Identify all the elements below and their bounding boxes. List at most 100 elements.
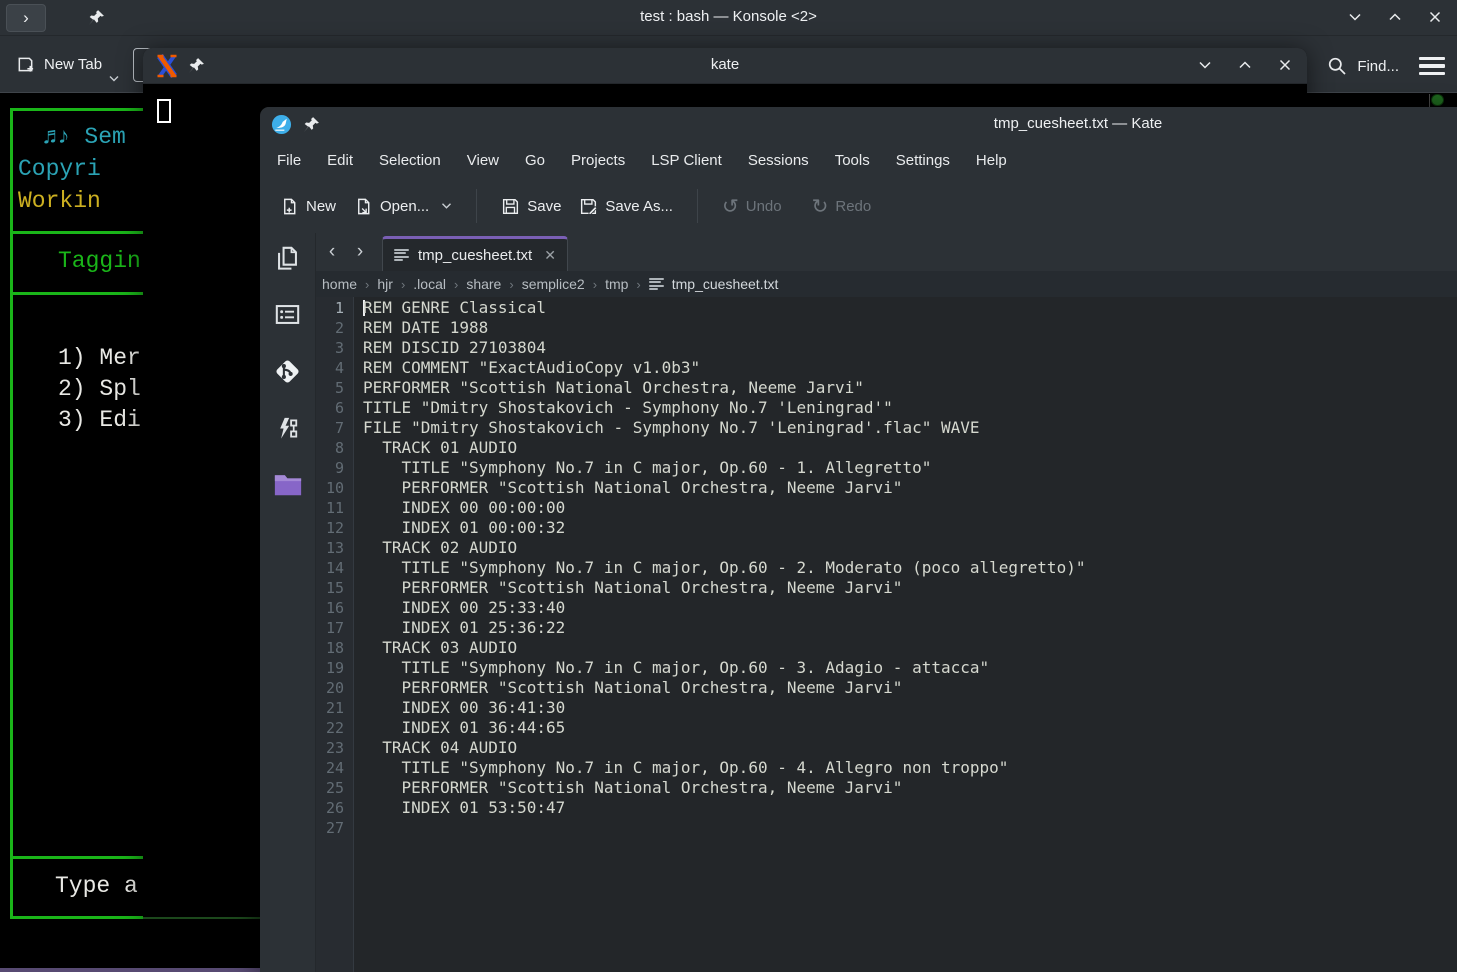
line-text: TITLE "Symphony No.7 in C major, Op.60 -… [354, 658, 989, 678]
menu-tools[interactable]: Tools [822, 152, 883, 169]
editor-line[interactable]: 5PERFORMER "Scottish National Orchestra,… [316, 378, 1457, 398]
kate-titlebar[interactable]: tmp_cuesheet.txt — Kate [260, 107, 1457, 142]
editor-line[interactable]: 16 INDEX 00 25:33:40 [316, 598, 1457, 618]
undo-button[interactable]: ↺ Undo [722, 196, 782, 216]
save-button[interactable]: Save [501, 197, 561, 216]
editor-line[interactable]: 27 [316, 818, 1457, 838]
menu-edit[interactable]: Edit [314, 152, 366, 169]
editor-line[interactable]: 9 TITLE "Symphony No.7 in C major, Op.60… [316, 458, 1457, 478]
search-icon [1327, 56, 1347, 76]
lsp-symbols-icon[interactable] [274, 415, 301, 442]
editor-line[interactable]: 12 INDEX 01 00:00:32 [316, 518, 1457, 538]
tab-next-icon[interactable]: › [348, 239, 372, 265]
editor-line[interactable]: 17 INDEX 01 25:36:22 [316, 618, 1457, 638]
pin-icon[interactable] [303, 116, 320, 133]
menu-file[interactable]: File [264, 152, 314, 169]
line-number: 12 [316, 518, 354, 538]
new-button[interactable]: New [280, 197, 336, 216]
editor-line[interactable]: 21 INDEX 00 36:41:30 [316, 698, 1457, 718]
editor-line[interactable]: 18 TRACK 03 AUDIO [316, 638, 1457, 658]
redo-button[interactable]: ↻ Redo [812, 196, 872, 216]
tab-prev-icon[interactable]: ‹ [320, 239, 344, 265]
kate-loading-window-title: kate [711, 56, 739, 73]
close-icon[interactable] [1427, 9, 1443, 25]
menu-go[interactable]: Go [512, 152, 558, 169]
pin-icon[interactable] [88, 9, 105, 26]
terminal-indicator-dot [1431, 94, 1444, 106]
documents-icon[interactable] [274, 245, 301, 272]
editor-line[interactable]: 19 TITLE "Symphony No.7 in C major, Op.6… [316, 658, 1457, 678]
save-as-button[interactable]: Save As... [579, 197, 673, 216]
breadcrumb-hjr[interactable]: hjr [377, 276, 393, 292]
menu-selection[interactable]: Selection [366, 152, 454, 169]
text-cursor [363, 300, 365, 316]
editor-lines: 1REM GENRE Classical2REM DATE 19883REM D… [316, 298, 1457, 838]
breadcrumb-tmp[interactable]: tmp [605, 276, 628, 292]
placeholder-glyph [157, 99, 171, 123]
find-button[interactable]: Find... [1327, 56, 1399, 76]
line-text: PERFORMER "Scottish National Orchestra, … [354, 578, 902, 598]
close-icon[interactable] [1277, 57, 1293, 73]
filesystem-panel-icon[interactable] [274, 301, 301, 328]
breadcrumb-share[interactable]: share [466, 276, 501, 292]
toolbar-separator [697, 189, 698, 223]
expand-toolbar-button[interactable]: › [6, 4, 46, 32]
minimize-icon[interactable] [1347, 9, 1363, 25]
editor-line[interactable]: 22 INDEX 01 36:44:65 [316, 718, 1457, 738]
kate-sidebar [260, 233, 316, 972]
tab-tmp-cuesheet[interactable]: tmp_cuesheet.txt ✕ [382, 236, 568, 271]
terminal-menu-line: 1) Mer [58, 347, 141, 370]
editor-line[interactable]: 20 PERFORMER "Scottish National Orchestr… [316, 678, 1457, 698]
redo-label: Redo [835, 198, 871, 215]
line-text: TITLE "Symphony No.7 in C major, Op.60 -… [354, 758, 1008, 778]
editor-line[interactable]: 24 TITLE "Symphony No.7 in C major, Op.6… [316, 758, 1457, 778]
new-tab-label: New Tab [44, 56, 102, 73]
new-tab-button[interactable]: New Tab [12, 44, 123, 84]
breadcrumb-file[interactable]: tmp_cuesheet.txt [672, 276, 779, 292]
breadcrumb-local[interactable]: .local [413, 276, 446, 292]
editor-line[interactable]: 10 PERFORMER "Scottish National Orchestr… [316, 478, 1457, 498]
open-button[interactable]: Open... [354, 197, 452, 216]
text-editor[interactable]: 1REM GENRE Classical2REM DATE 19883REM D… [316, 297, 1457, 972]
editor-line[interactable]: 7FILE "Dmitry Shostakovich - Symphony No… [316, 418, 1457, 438]
editor-line[interactable]: 13 TRACK 02 AUDIO [316, 538, 1457, 558]
tab-close-icon[interactable]: ✕ [544, 247, 556, 264]
editor-line[interactable]: 6TITLE "Dmitry Shostakovich - Symphony N… [316, 398, 1457, 418]
line-number: 15 [316, 578, 354, 598]
minimize-icon[interactable] [1197, 57, 1213, 73]
maximize-icon[interactable] [1387, 9, 1403, 25]
save-label: Save [527, 198, 561, 215]
konsole-titlebar[interactable]: › test : bash — Konsole <2> [0, 0, 1457, 36]
editor-line[interactable]: 23 TRACK 04 AUDIO [316, 738, 1457, 758]
editor-line[interactable]: 8 TRACK 01 AUDIO [316, 438, 1457, 458]
menu-sessions[interactable]: Sessions [735, 152, 822, 169]
maximize-icon[interactable] [1237, 57, 1253, 73]
menu-lsp-client[interactable]: LSP Client [638, 152, 735, 169]
editor-line[interactable]: 26 INDEX 01 53:50:47 [316, 798, 1457, 818]
menu-help[interactable]: Help [963, 152, 1020, 169]
editor-line[interactable]: 2REM DATE 1988 [316, 318, 1457, 338]
editor-line[interactable]: 3REM DISCID 27103804 [316, 338, 1457, 358]
taskbar-edge-strip [0, 968, 260, 972]
menu-settings[interactable]: Settings [883, 152, 963, 169]
pin-icon[interactable] [188, 57, 205, 74]
menu-hamburger-icon[interactable] [1419, 57, 1445, 75]
terminal-tagging-line: Taggin [58, 250, 141, 273]
editor-line[interactable]: 11 INDEX 00 00:00:00 [316, 498, 1457, 518]
kate-loading-titlebar[interactable]: kate [143, 48, 1307, 84]
terminal-box-border [10, 108, 13, 916]
editor-line[interactable]: 25 PERFORMER "Scottish National Orchestr… [316, 778, 1457, 798]
projects-folder-icon[interactable] [273, 471, 303, 497]
breadcrumb-home[interactable]: home [322, 276, 357, 292]
menu-view[interactable]: View [454, 152, 512, 169]
terminal-working-line: Workin [18, 190, 101, 213]
open-document-icon [354, 197, 373, 216]
editor-line[interactable]: 14 TITLE "Symphony No.7 in C major, Op.6… [316, 558, 1457, 578]
kate-menubar: File Edit Selection View Go Projects LSP… [260, 142, 1457, 179]
breadcrumb-semplice2[interactable]: semplice2 [522, 276, 585, 292]
editor-line[interactable]: 15 PERFORMER "Scottish National Orchestr… [316, 578, 1457, 598]
menu-projects[interactable]: Projects [558, 152, 638, 169]
git-icon[interactable] [273, 357, 302, 386]
editor-line[interactable]: 1REM GENRE Classical [316, 298, 1457, 318]
editor-line[interactable]: 4REM COMMENT "ExactAudioCopy v1.0b3" [316, 358, 1457, 378]
